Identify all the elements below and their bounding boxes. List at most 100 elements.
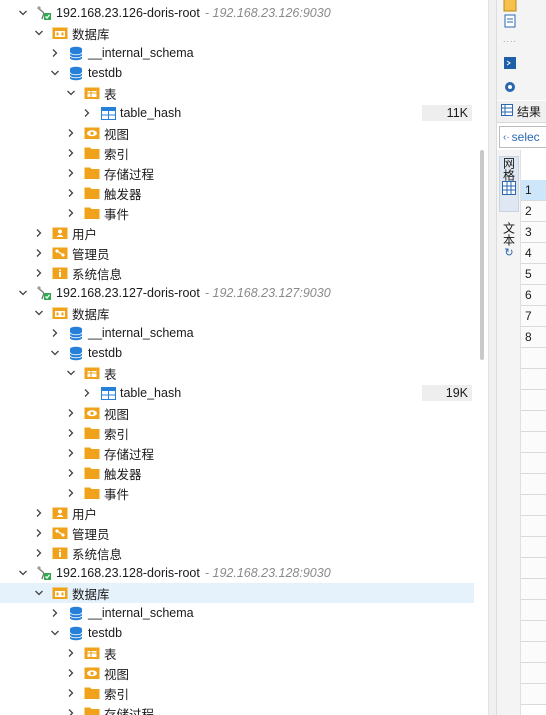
chevron-right-icon[interactable] xyxy=(64,703,78,715)
console-icon[interactable] xyxy=(501,54,519,72)
grid-row-number[interactable] xyxy=(521,495,546,516)
grid-row-number[interactable]: 2 xyxy=(521,201,546,222)
schema-object-folder[interactable]: 存储过程 xyxy=(0,163,474,183)
chevron-down-icon[interactable] xyxy=(16,3,30,23)
schema-object-folder[interactable]: 视图 xyxy=(0,123,474,143)
toolbar-overflow[interactable]: .... xyxy=(501,34,519,44)
chevron-down-icon[interactable] xyxy=(48,623,62,643)
chevron-down-icon[interactable] xyxy=(32,23,46,43)
grid-row-number[interactable]: 7 xyxy=(521,306,546,327)
chevron-right-icon[interactable] xyxy=(32,223,46,243)
chevron-right-icon[interactable] xyxy=(64,123,78,143)
admins-folder[interactable]: 管理员 xyxy=(0,243,474,263)
chevron-right-icon[interactable] xyxy=(64,143,78,163)
chevron-right-icon[interactable] xyxy=(32,523,46,543)
database-navigator-tree[interactable]: 192.168.23.126-doris-root - 192.168.23.12… xyxy=(0,0,474,715)
chevron-right-icon[interactable] xyxy=(48,323,62,343)
table-node[interactable]: table_hash 11K xyxy=(0,103,474,123)
grid-row-number[interactable]: 6 xyxy=(521,285,546,306)
database-node[interactable]: testdb xyxy=(0,63,474,83)
grid-row-number[interactable] xyxy=(521,558,546,579)
database-node[interactable]: __internal_schema xyxy=(0,323,474,343)
users-folder[interactable]: 用户 xyxy=(0,503,474,523)
chevron-down-icon[interactable] xyxy=(32,583,46,603)
system-info-folder[interactable]: 系统信息 xyxy=(0,263,474,283)
chevron-right-icon[interactable] xyxy=(48,603,62,623)
chevron-right-icon[interactable] xyxy=(32,243,46,263)
tab-results[interactable]: 结果 xyxy=(497,101,546,123)
chevron-down-icon[interactable] xyxy=(64,83,78,103)
chevron-right-icon[interactable] xyxy=(64,443,78,463)
schema-object-folder[interactable]: 事件 xyxy=(0,203,474,223)
database-node[interactable]: testdb xyxy=(0,623,474,643)
grid-row-number[interactable] xyxy=(521,663,546,684)
tree-scrollbar-thumb[interactable] xyxy=(480,150,484,360)
grid-row-number[interactable] xyxy=(521,600,546,621)
chevron-right-icon[interactable] xyxy=(80,103,94,123)
grid-row-number[interactable] xyxy=(521,474,546,495)
grid-row-number[interactable] xyxy=(521,369,546,390)
schema-object-folder[interactable]: 视图 xyxy=(0,663,474,683)
schema-object-folder[interactable]: 视图 xyxy=(0,403,474,423)
grid-row-number[interactable] xyxy=(521,537,546,558)
admins-folder[interactable]: 管理员 xyxy=(0,523,474,543)
grid-row-number[interactable] xyxy=(521,621,546,642)
connection-node[interactable]: 192.168.23.128-doris-root - 192.168.23.12… xyxy=(0,563,474,583)
chevron-right-icon[interactable] xyxy=(32,263,46,283)
chevron-right-icon[interactable] xyxy=(64,183,78,203)
copy-icon[interactable] xyxy=(501,12,519,30)
databases-folder[interactable]: 数据库 xyxy=(0,583,474,603)
chevron-down-icon[interactable] xyxy=(48,63,62,83)
grid-row-number[interactable]: 8 xyxy=(521,327,546,348)
grid-row-number[interactable]: 4 xyxy=(521,243,546,264)
tables-folder[interactable]: 表 xyxy=(0,363,474,383)
tab-text-view[interactable]: 文本 ↻ xyxy=(499,222,519,272)
schema-object-folder[interactable]: 索引 xyxy=(0,423,474,443)
grid-row-number[interactable] xyxy=(521,390,546,411)
grid-row-number[interactable] xyxy=(521,516,546,537)
grid-row-number[interactable] xyxy=(521,684,546,705)
chevron-right-icon[interactable] xyxy=(64,683,78,703)
chevron-right-icon[interactable] xyxy=(64,663,78,683)
users-folder[interactable]: 用户 xyxy=(0,223,474,243)
schema-object-folder[interactable]: 索引 xyxy=(0,143,474,163)
database-node[interactable]: testdb xyxy=(0,343,474,363)
system-info-folder[interactable]: 系统信息 xyxy=(0,543,474,563)
chevron-right-icon[interactable] xyxy=(64,463,78,483)
grid-row-number[interactable] xyxy=(521,642,546,663)
tables-folder[interactable]: 表 xyxy=(0,643,474,663)
database-node[interactable]: __internal_schema xyxy=(0,43,474,63)
tables-folder[interactable]: 表 xyxy=(0,83,474,103)
grid-row-number[interactable]: 5 xyxy=(521,264,546,285)
grid-row-number[interactable] xyxy=(521,411,546,432)
chevron-right-icon[interactable] xyxy=(64,483,78,503)
chevron-down-icon[interactable] xyxy=(32,303,46,323)
schema-object-folder[interactable]: 触发器 xyxy=(0,463,474,483)
schema-object-folder[interactable]: 事件 xyxy=(0,483,474,503)
grid-row-number[interactable] xyxy=(521,348,546,369)
databases-folder[interactable]: 数据库 xyxy=(0,303,474,323)
chevron-right-icon[interactable] xyxy=(64,423,78,443)
grid-row-number[interactable] xyxy=(521,453,546,474)
database-node[interactable]: __internal_schema xyxy=(0,603,474,623)
panel-splitter[interactable] xyxy=(488,0,496,715)
schema-object-folder[interactable]: 索引 xyxy=(0,683,474,703)
grid-row-number[interactable]: 3 xyxy=(521,222,546,243)
sql-preview[interactable]: ‹· selec xyxy=(499,126,546,148)
databases-folder[interactable]: 数据库 xyxy=(0,23,474,43)
connection-node[interactable]: 192.168.23.127-doris-root - 192.168.23.12… xyxy=(0,283,474,303)
schema-object-folder[interactable]: 存储过程 xyxy=(0,703,474,715)
table-node[interactable]: table_hash 19K xyxy=(0,383,474,403)
schema-object-folder[interactable]: 触发器 xyxy=(0,183,474,203)
schema-object-folder[interactable]: 存储过程 xyxy=(0,443,474,463)
settings-icon[interactable] xyxy=(501,78,519,96)
chevron-right-icon[interactable] xyxy=(48,43,62,63)
chevron-right-icon[interactable] xyxy=(64,403,78,423)
grid-row-number[interactable] xyxy=(521,432,546,453)
connection-node[interactable]: 192.168.23.126-doris-root - 192.168.23.12… xyxy=(0,3,474,23)
chevron-down-icon[interactable] xyxy=(16,283,30,303)
chevron-right-icon[interactable] xyxy=(32,503,46,523)
tab-grid-view[interactable]: 网格 xyxy=(499,156,519,212)
chevron-right-icon[interactable] xyxy=(64,203,78,223)
chevron-down-icon[interactable] xyxy=(16,563,30,583)
